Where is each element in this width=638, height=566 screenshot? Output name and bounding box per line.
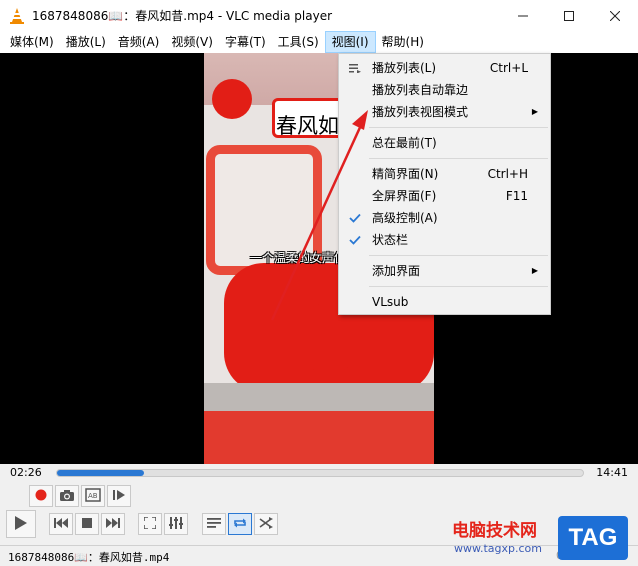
menu-item-playlist-view-mode[interactable]: 播放列表视图模式 ▶ <box>339 101 550 123</box>
menu-separator <box>369 255 548 256</box>
video-decoration <box>212 79 252 119</box>
menu-video[interactable]: 视频(V) <box>165 31 219 53</box>
loop-ab-button[interactable]: AB <box>81 485 105 507</box>
menu-item-label: 状态栏 <box>372 233 409 247</box>
window-title: 1687848086📖：春风如昔.mp4 - VLC media player <box>32 9 333 23</box>
title-bar: 1687848086📖：春风如昔.mp4 - VLC media player <box>0 0 638 31</box>
stop-icon <box>82 517 92 531</box>
watermark-text: 电脑技术网 <box>452 521 537 541</box>
play-button[interactable] <box>6 510 36 538</box>
loop-button[interactable] <box>228 513 252 535</box>
menu-bar: 媒体(M) 播放(L) 音频(A) 视频(V) 字幕(T) 工具(S) 视图(I… <box>0 31 638 53</box>
playlist-icon <box>207 517 221 532</box>
submenu-arrow-icon: ▶ <box>531 107 538 116</box>
next-button[interactable] <box>101 513 125 535</box>
video-subtitle: 一个温柔的女声使 <box>250 251 347 265</box>
next-icon <box>106 517 120 531</box>
seek-bar[interactable] <box>56 469 584 477</box>
total-time[interactable]: 14:41 <box>596 466 628 479</box>
menu-item-shortcut: F11 <box>505 189 528 203</box>
close-button[interactable] <box>592 0 638 31</box>
menu-view[interactable]: 视图(I) <box>324 31 376 53</box>
menu-item-playlist-dock[interactable]: 播放列表自动靠边 <box>339 79 550 101</box>
loop-icon <box>233 517 247 532</box>
playlist-icon <box>347 57 363 79</box>
submenu-arrow-icon: ▶ <box>531 266 538 275</box>
menu-media[interactable]: 媒体(M) <box>4 31 60 53</box>
ab-loop-icon: AB <box>85 487 101 505</box>
menu-item-label: 播放列表自动靠边 <box>372 83 469 97</box>
menu-item-label: 添加界面 <box>372 264 421 278</box>
watermark-badge: TAG <box>558 516 628 560</box>
menu-item-shortcut: Ctrl+H <box>487 167 528 181</box>
checkmark-icon <box>347 229 363 251</box>
frame-step-icon <box>112 489 126 504</box>
video-plate <box>204 383 434 411</box>
menu-item-shortcut: Ctrl+L <box>489 61 528 75</box>
playlist-button[interactable] <box>202 513 226 535</box>
extended-settings-button[interactable] <box>164 513 188 535</box>
maximize-button[interactable] <box>546 0 592 31</box>
seek-progress <box>57 470 145 476</box>
menu-item-label: 播放列表视图模式 <box>372 105 469 119</box>
equalizer-icon <box>169 516 183 532</box>
shuffle-button[interactable] <box>254 513 278 535</box>
menu-item-label: 精简界面(N) <box>372 167 439 181</box>
previous-icon <box>54 517 68 531</box>
menu-tools[interactable]: 工具(S) <box>272 31 325 53</box>
menu-item-vlsub[interactable]: VLsub <box>339 291 550 313</box>
fullscreen-button[interactable] <box>138 513 162 535</box>
stop-button[interactable] <box>75 513 99 535</box>
minimize-button[interactable] <box>500 0 546 31</box>
menu-item-status-bar[interactable]: 状态栏 <box>339 229 550 251</box>
status-filename: 1687848086📖：春风如昔.mp4 <box>8 551 170 564</box>
menu-item-label: 高级控制(A) <box>372 211 438 225</box>
menu-item-label: VLsub <box>372 295 409 309</box>
previous-button[interactable] <box>49 513 73 535</box>
frame-step-button[interactable] <box>107 485 131 507</box>
menu-playback[interactable]: 播放(L) <box>60 31 112 53</box>
menu-item-add-interface[interactable]: 添加界面 ▶ <box>339 260 550 282</box>
fullscreen-icon <box>143 515 157 532</box>
vlc-cone-icon <box>8 7 26 25</box>
record-button[interactable] <box>29 485 53 507</box>
menu-subtitle[interactable]: 字幕(T) <box>219 31 272 53</box>
play-icon <box>14 515 28 534</box>
watermark: 电脑技术网 www.tagxp.com TAG <box>452 514 632 562</box>
seek-row: 02:26 14:41 <box>0 464 638 482</box>
menu-item-label: 总在最前(T) <box>372 136 437 150</box>
checkmark-icon <box>347 207 363 229</box>
menu-item-always-on-top[interactable]: 总在最前(T) <box>339 132 550 154</box>
menu-item-label: 播放列表(L) <box>372 61 437 75</box>
watermark-url: www.tagxp.com <box>454 542 542 555</box>
view-menu-dropdown: 播放列表(L) Ctrl+L 播放列表自动靠边 播放列表视图模式 ▶ 总在最前(… <box>338 53 551 315</box>
advanced-controls: AB <box>0 484 638 508</box>
shuffle-icon <box>259 516 273 532</box>
record-icon <box>35 489 47 504</box>
menu-help[interactable]: 帮助(H) <box>376 31 430 53</box>
snapshot-button[interactable] <box>55 485 79 507</box>
menu-item-advanced-controls[interactable]: 高级控制(A) <box>339 207 550 229</box>
camera-icon <box>59 489 75 504</box>
video-bottom <box>204 411 434 464</box>
svg-text:AB: AB <box>88 492 98 500</box>
menu-item-playlist[interactable]: 播放列表(L) Ctrl+L <box>339 57 550 79</box>
elapsed-time: 02:26 <box>10 466 42 479</box>
menu-separator <box>369 286 548 287</box>
menu-item-fullscreen-interface[interactable]: 全屏界面(F) F11 <box>339 185 550 207</box>
video-overlay-title: 春风如 <box>276 114 339 138</box>
menu-separator <box>369 127 548 128</box>
menu-audio[interactable]: 音频(A) <box>112 31 166 53</box>
menu-item-minimal-interface[interactable]: 精简界面(N) Ctrl+H <box>339 163 550 185</box>
menu-item-label: 全屏界面(F) <box>372 189 437 203</box>
menu-separator <box>369 158 548 159</box>
